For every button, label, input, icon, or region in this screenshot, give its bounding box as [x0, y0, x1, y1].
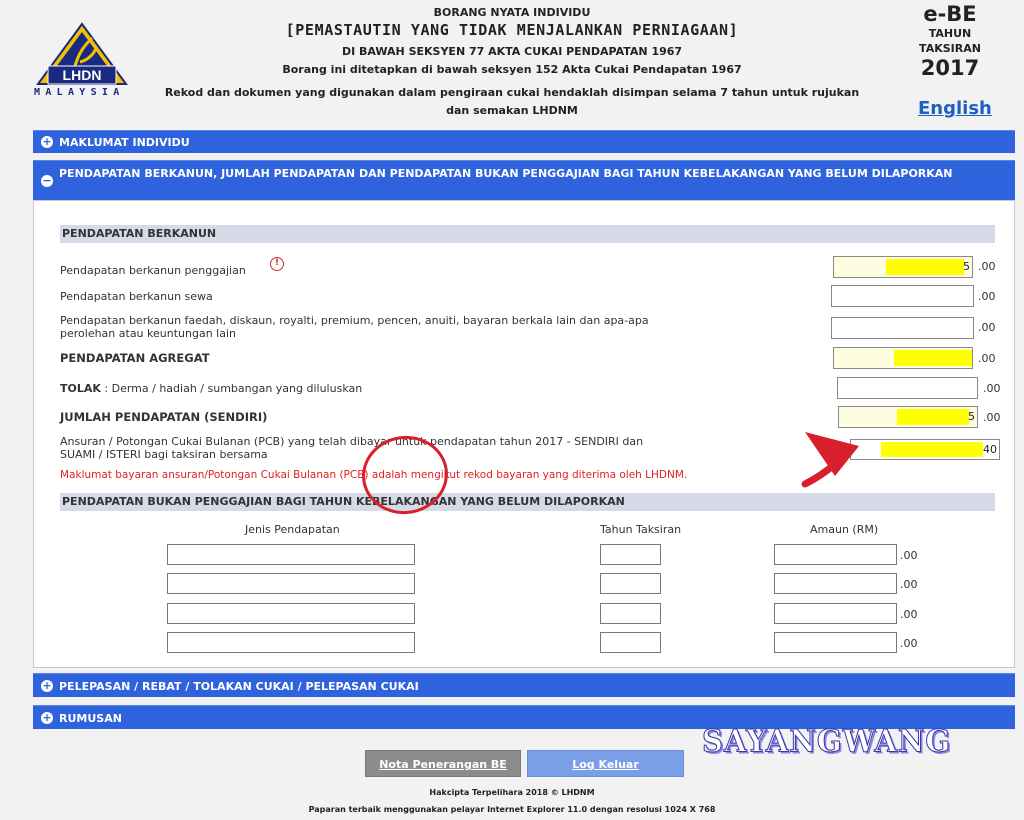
form-name: BORANG NYATA INDIVIDU — [433, 6, 591, 19]
year-label-1: TAHUN — [928, 27, 972, 40]
expand-icon: + — [41, 710, 53, 724]
section-title: PENDAPATAN BERKANUN, JUMLAH PENDAPATAN D… — [59, 167, 953, 180]
gaji-value: 5 — [963, 260, 970, 273]
records-note: Rekod dan dokumen yang digunakan dalam p… — [142, 84, 882, 120]
jumlah-label: JUMLAH PENDAPATAN (SENDIRI) — [60, 410, 268, 424]
form-subtitle: [PEMASTAUTIN YANG TIDAK MENJALANKAN PERN… — [285, 21, 739, 39]
section-pendapatan-berkanun[interactable]: − PENDAPATAN BERKANUN, JUMLAH PENDAPATAN… — [33, 160, 1015, 200]
section-pelepasan[interactable]: + PELEPASAN / REBAT / TOLAKAN CUKAI / PE… — [33, 673, 1015, 697]
jenis-input-4[interactable] — [167, 632, 415, 653]
browser-note: Paparan terbaik menggunakan pelayar Inte… — [308, 805, 716, 814]
tolak-label: TOLAK : Derma / hadiah / sumbangan yang … — [60, 382, 362, 395]
nota-penerangan-button[interactable]: Nota Penerangan BE — [365, 750, 521, 777]
records-line-1: Rekod dan dokumen yang digunakan dalam p… — [164, 86, 860, 99]
info-icon[interactable]: ! — [270, 257, 284, 271]
section-title: RUMUSAN — [59, 712, 122, 725]
berkanun-subheader: PENDAPATAN BERKANUN — [60, 225, 995, 243]
faedah-decimal: .00 — [978, 321, 996, 334]
amaun-decimal-3: .00 — [900, 608, 918, 621]
tolak-label-bold: TOLAK — [60, 382, 101, 395]
amaun-decimal-4: .00 — [900, 637, 918, 650]
watermark: SAYANGWANG — [701, 723, 952, 760]
english-language-link[interactable]: English — [918, 98, 992, 119]
col-amaun: Amaun (RM) — [810, 523, 879, 536]
amaun-input-4[interactable] — [774, 632, 897, 653]
tolak-input[interactable] — [837, 377, 978, 399]
sewa-decimal: .00 — [978, 290, 996, 303]
amaun-input-1[interactable] — [774, 544, 897, 565]
pcb-label-line-2: SUAMI / ISTERI bagi taksiran bersama — [60, 448, 268, 461]
tolak-label-rest: : Derma / hadiah / sumbangan yang dilulu… — [100, 382, 363, 395]
bukan-penggajian-subheader: PENDAPATAN BUKAN PENGGAJIAN BAGI TAHUN K… — [60, 493, 995, 511]
gaji-decimal: .00 — [978, 260, 996, 273]
income-panel: PENDAPATAN BERKANUN Pendapatan berkanun … — [33, 200, 1015, 668]
amaun-input-2[interactable] — [774, 573, 897, 594]
tahun-input-3[interactable] — [600, 603, 661, 624]
pcb-label: Ansuran / Potongan Cukai Bulanan (PCB) y… — [60, 435, 643, 461]
col-jenis-pendapatan: Jenis Pendapatan — [245, 523, 340, 536]
collapse-icon: − — [41, 173, 53, 187]
agregat-label: PENDAPATAN AGREGAT — [60, 351, 210, 365]
log-keluar-button[interactable]: Log Keluar — [527, 750, 684, 777]
tahun-input-4[interactable] — [600, 632, 661, 653]
copyright-text: Hakcipta Terpelihara 2018 © LHDNM — [429, 788, 595, 797]
act-line: DI BAWAH SEKSYEN 77 AKTA CUKAI PENDAPATA… — [341, 45, 683, 58]
form-code-block: e-BE TAHUN TAKSIRAN 2017 — [910, 2, 990, 80]
faedah-label: Pendapatan berkanun faedah, diskaun, roy… — [60, 314, 649, 340]
expand-icon: + — [41, 678, 53, 692]
jumlah-value: 5 — [968, 410, 975, 423]
red-arrow-annotation — [801, 432, 859, 488]
sewa-input[interactable] — [831, 285, 974, 307]
jenis-input-2[interactable] — [167, 573, 415, 594]
sewa-label: Pendapatan berkanun sewa — [60, 290, 213, 303]
lhdn-logo: LHDN — [36, 22, 128, 85]
page-header: LHDN MALAYSIA BORANG NYATA INDIVIDU [PEM… — [0, 0, 1024, 128]
section-title: PELEPASAN / REBAT / TOLAKAN CUKAI / PELE… — [59, 680, 419, 693]
col-tahun-taksiran: Tahun Taksiran — [600, 523, 682, 536]
records-line-2: dan semakan LHDNM — [446, 104, 578, 117]
pcb-value: 40 — [983, 443, 997, 456]
gaji-label: Pendapatan berkanun penggajian — [60, 264, 246, 277]
tahun-input-2[interactable] — [600, 573, 661, 594]
faedah-input[interactable] — [831, 317, 974, 339]
amaun-input-3[interactable] — [774, 603, 897, 624]
logo-text: LHDN — [63, 67, 102, 83]
faedah-label-line-1: Pendapatan berkanun faedah, diskaun, roy… — [60, 314, 649, 327]
jenis-input-3[interactable] — [167, 603, 415, 624]
expand-icon: + — [41, 135, 53, 148]
section-title: MAKLUMAT INDIVIDU — [59, 136, 190, 149]
amaun-decimal-1: .00 — [900, 549, 918, 562]
gaji-input[interactable]: 5 — [833, 256, 973, 278]
logo-country: MALAYSIA — [34, 87, 125, 98]
pcb-input[interactable]: 40 — [850, 439, 1000, 460]
jenis-input-1[interactable] — [167, 544, 415, 565]
prescribed-line: Borang ini ditetapkan di bawah seksyen 1… — [282, 63, 742, 76]
tolak-decimal: .00 — [983, 382, 1001, 395]
jumlah-decimal: .00 — [983, 411, 1001, 424]
agregat-input — [833, 347, 973, 369]
amaun-decimal-2: .00 — [900, 578, 918, 591]
pcb-label-line-1: Ansuran / Potongan Cukai Bulanan (PCB) y… — [60, 435, 644, 448]
faedah-label-line-2: perolehan atau keuntungan lain — [60, 327, 236, 340]
assessment-year: 2017 — [920, 56, 980, 80]
year-label-2: TAKSIRAN — [919, 42, 981, 55]
form-code: e-BE — [923, 2, 977, 26]
tahun-input-1[interactable] — [600, 544, 661, 565]
section-maklumat-individu[interactable]: + MAKLUMAT INDIVIDU — [33, 130, 1015, 153]
agregat-decimal: .00 — [978, 352, 996, 365]
